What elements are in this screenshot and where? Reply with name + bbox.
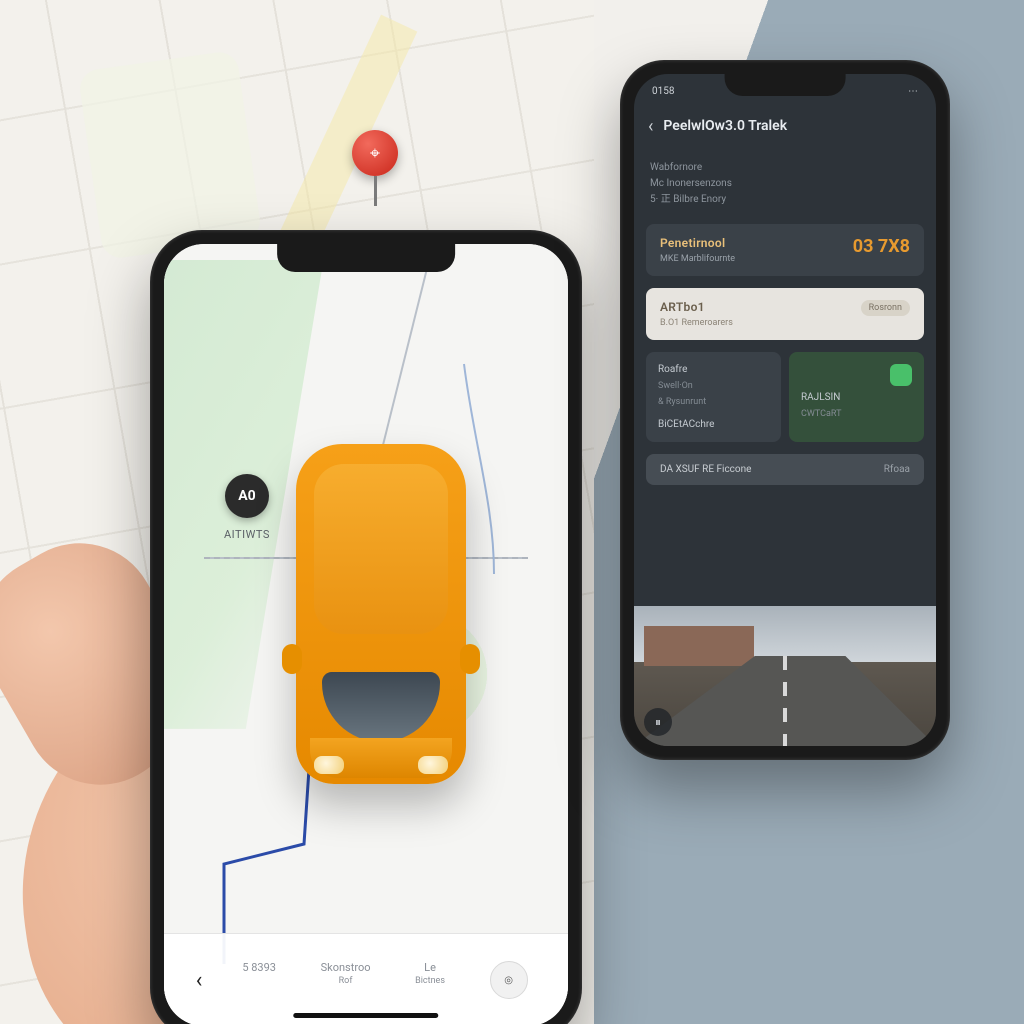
- back-icon[interactable]: ‹: [648, 116, 653, 137]
- nav-item-sub: Rof: [339, 976, 353, 986]
- map-pin-stick: [374, 176, 377, 206]
- tile-line: Swell·On: [658, 381, 769, 391]
- tile-footer: BiCEtACchre: [658, 419, 769, 430]
- nav-item-4[interactable]: ◎: [490, 961, 528, 999]
- tile-row: Roafre Swell·On & Rysunrunt BiCEtACchre …: [646, 352, 924, 442]
- tile-line: RAJLSIN: [801, 392, 912, 403]
- row-label: DA XSUF RE Ficcone: [660, 464, 751, 475]
- locate-icon[interactable]: ◎: [490, 961, 528, 999]
- nav-item-3[interactable]: Le Bictnes: [415, 961, 445, 999]
- info-tile-right[interactable]: RAJLSIN CWTCaRT: [789, 352, 924, 442]
- info-tile-left[interactable]: Roafre Swell·On & Rysunrunt BiCEtACchre: [646, 352, 781, 442]
- status-time: 0158: [652, 86, 674, 97]
- home-indicator[interactable]: [293, 1013, 438, 1018]
- phone-right-screen[interactable]: 0158 ⋯ ‹ PeelwlOw3.0 Tralek Wabfornore M…: [634, 74, 936, 746]
- row-value: Rfoaa: [884, 464, 910, 475]
- status-badge: Rosronn: [861, 300, 910, 316]
- nav-item-1[interactable]: 5 8393: [242, 961, 276, 999]
- route-marker-badge: A0: [225, 474, 269, 518]
- map-pin: ⌖: [352, 130, 398, 206]
- card-sub: B.O1 Remeroarers: [660, 318, 733, 328]
- nav-item-title: 5 8393: [242, 961, 276, 974]
- map-view[interactable]: A0 AITIWTS: [164, 244, 568, 1024]
- summary-card-secondary[interactable]: ARTbo1 B.O1 Remeroarers Rosronn: [646, 288, 924, 340]
- nav-item-title: Le: [424, 961, 436, 974]
- card-headline: ARTbo1: [660, 300, 733, 314]
- meta-line: Mc Inonersenzons: [650, 176, 920, 192]
- bottom-nav: ‹ 5 8393 Skonstroo Rof Le Bictnes: [164, 933, 568, 1024]
- route-marker[interactable]: A0 AITIWTS: [224, 474, 270, 541]
- map-pin-icon: ⌖: [352, 130, 398, 176]
- app-header: ‹ PeelwlOw3.0 Tralek: [634, 104, 936, 148]
- notch: [725, 74, 846, 96]
- meta-line: 5· 正 Bilbre Enory: [650, 192, 920, 208]
- notch: [277, 244, 455, 272]
- detail-row[interactable]: DA XSUF RE Ficcone Rfoaa: [646, 454, 924, 485]
- meta-block: Wabfornore Mc Inonersenzons 5· 正 Bilbre …: [634, 152, 936, 218]
- phone-left: A0 AITIWTS ‹ 5 8393: [150, 230, 582, 1024]
- tile-line: Roafre: [658, 364, 769, 375]
- route-marker-label: AITIWTS: [224, 528, 270, 541]
- dashcam-pause-icon[interactable]: ⏸: [644, 708, 672, 736]
- phone-right: 0158 ⋯ ‹ PeelwlOw3.0 Tralek Wabfornore M…: [620, 60, 950, 760]
- dashcam-preview[interactable]: ⏸: [634, 606, 936, 746]
- tile-footer: CWTCaRT: [801, 409, 912, 419]
- phone-left-screen[interactable]: A0 AITIWTS ‹ 5 8393: [164, 244, 568, 1024]
- card-sub: MKE Marblifournte: [660, 254, 735, 264]
- summary-card-primary[interactable]: Penetirnool MKE Marblifournte 03 7X8: [646, 224, 924, 276]
- content-scroll[interactable]: Wabfornore Mc Inonersenzons 5· 正 Bilbre …: [634, 152, 936, 746]
- scene: ⌖ A0 AITIWTS: [0, 0, 1024, 1024]
- status-indicators-icon: ⋯: [908, 86, 918, 97]
- status-ok-icon: [890, 364, 912, 386]
- card-headline: Penetirnool: [660, 236, 735, 250]
- vehicle-icon[interactable]: [296, 444, 466, 784]
- card-value: 03 7X8: [853, 236, 910, 257]
- nav-item-title: Skonstroo: [321, 961, 371, 974]
- back-button[interactable]: ‹: [182, 963, 216, 997]
- dashcam-building: [644, 626, 754, 666]
- dashcam-lane-marker: [783, 656, 787, 746]
- page-title: PeelwlOw3.0 Tralek: [663, 118, 787, 134]
- meta-line: Wabfornore: [650, 160, 920, 176]
- tile-line: & Rysunrunt: [658, 397, 769, 407]
- map-park-patch: [78, 50, 263, 260]
- nav-item-sub: Bictnes: [415, 976, 445, 986]
- nav-item-2[interactable]: Skonstroo Rof: [321, 961, 371, 999]
